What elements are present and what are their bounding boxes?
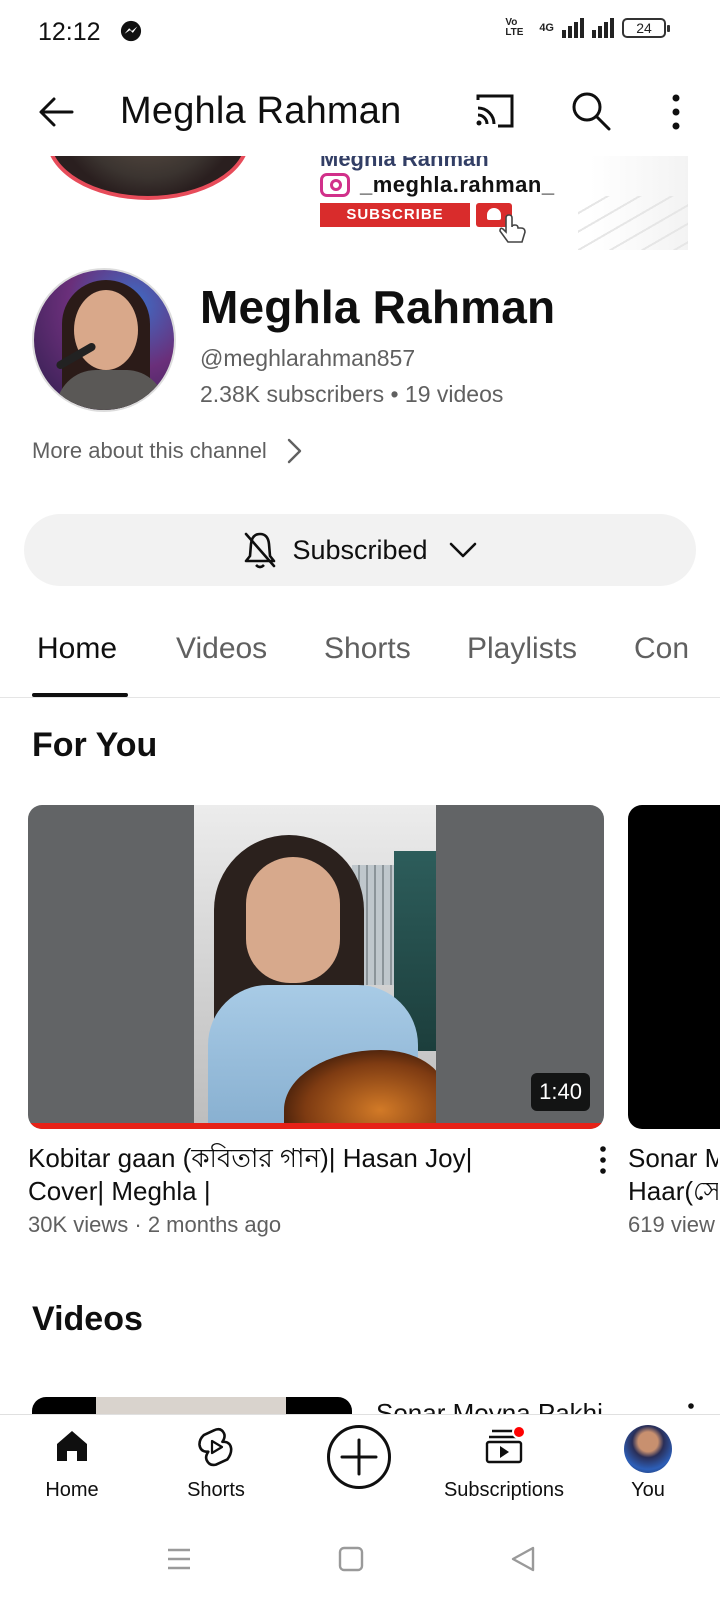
tab-home[interactable]: Home <box>37 632 117 666</box>
watch-progress-bar <box>28 1123 604 1129</box>
video-thumbnail[interactable]: 1:40 <box>28 805 604 1129</box>
search-icon[interactable] <box>570 90 612 132</box>
nav-shorts-label: Shorts <box>187 1479 245 1501</box>
avatar-face <box>74 290 138 370</box>
hand-cursor-icon <box>499 214 526 243</box>
channel-name: Meghla Rahman <box>200 281 556 333</box>
battery-icon: 24 <box>622 18 670 38</box>
tab-community[interactable]: Con <box>634 632 689 666</box>
subscribed-label: Subscribed <box>292 534 428 565</box>
video-2-title-line1[interactable]: Sonar M <box>628 1142 718 1175</box>
more-about-channel-link[interactable]: More about this channel <box>32 438 303 464</box>
plus-icon <box>340 1438 378 1476</box>
video-more-icon[interactable] <box>598 1145 608 1175</box>
thumb-face <box>246 857 340 983</box>
you-avatar <box>624 1425 672 1473</box>
channel-tabs: Home Videos Shorts Playlists Con <box>0 608 720 698</box>
video-2-meta: 619 view <box>628 1212 715 1237</box>
banner-subscribe-graphic: SUBSCRIBE <box>320 203 470 227</box>
status-icons: Vo LTE 4G 24 <box>505 17 670 38</box>
notification-dot <box>512 1425 526 1439</box>
tab-videos[interactable]: Videos <box>176 632 267 666</box>
messenger-icon <box>120 20 142 42</box>
video-meta: 30K views · 2 months ago <box>28 1212 282 1237</box>
more-about-label: More about this channel <box>32 438 267 463</box>
bottom-navigation: Home Shorts Subscriptions You <box>0 1414 720 1518</box>
nav-subscriptions-label: Subscriptions <box>443 1479 565 1501</box>
nav-you-label: You <box>631 1479 665 1501</box>
battery-level: 24 <box>636 20 652 36</box>
video-thumbnail-2[interactable] <box>628 805 720 1129</box>
chevron-right-icon <box>287 438 302 464</box>
active-tab-indicator <box>32 693 128 697</box>
video-title[interactable]: Kobitar gaan (কবিতার গান)| Hasan Joy| Co… <box>28 1142 558 1208</box>
back-arrow-icon[interactable] <box>36 92 76 132</box>
nav-home[interactable]: Home <box>2 1415 142 1519</box>
subscribed-button[interactable]: Subscribed <box>24 514 696 586</box>
nav-shorts[interactable]: Shorts <box>146 1415 286 1519</box>
duration-badge: 1:40 <box>531 1073 590 1111</box>
nav-subscriptions[interactable]: Subscriptions <box>432 1415 576 1519</box>
status-bar: 12:12 Vo LTE 4G 24 <box>0 0 720 64</box>
video-title-line1: Kobitar gaan (কবিতার গান)| Hasan Joy| <box>28 1143 473 1173</box>
volte-indicator: Vo LTE <box>505 17 524 38</box>
signal-icon <box>562 18 584 38</box>
channel-stats: 2.38K subscribers • 19 videos <box>200 381 504 407</box>
back-triangle-icon[interactable] <box>510 1545 536 1573</box>
section-title-for-you: For You <box>32 726 158 764</box>
banner-decoration <box>578 196 688 250</box>
video-title-line2: Cover| Meghla | <box>28 1176 211 1206</box>
more-vert-icon[interactable] <box>664 90 688 134</box>
video-2-title-line2[interactable]: Haar(সে <box>628 1175 718 1208</box>
section-title-videos: Videos <box>32 1300 143 1338</box>
banner-instagram: _meghla.rahman_ <box>320 172 555 198</box>
home-square-icon[interactable] <box>338 1546 364 1572</box>
banner-instagram-handle: _meghla.rahman_ <box>360 172 555 197</box>
menu-icon[interactable] <box>166 1546 192 1572</box>
channel-avatar[interactable] <box>32 268 176 412</box>
shorts-icon <box>198 1427 233 1467</box>
cast-icon[interactable] <box>474 92 516 132</box>
channel-handle: @meghlarahman857 <box>200 345 416 371</box>
banner-name: Meghla Rahman <box>320 156 489 171</box>
tab-playlists[interactable]: Playlists <box>467 632 577 666</box>
tab-shorts[interactable]: Shorts <box>324 632 411 666</box>
signal-icon-2 <box>592 18 614 38</box>
header-title: Meghla Rahman <box>120 90 402 132</box>
status-time: 12:12 <box>38 18 101 46</box>
network-type: 4G <box>539 22 554 34</box>
system-navigation-bar <box>0 1518 720 1600</box>
banner-avatar-image <box>46 156 250 200</box>
app-header: Meghla Rahman <box>0 70 720 156</box>
home-icon <box>57 1431 87 1461</box>
thumbnail-image <box>194 805 436 1129</box>
nav-you[interactable]: You <box>578 1415 718 1519</box>
create-button[interactable] <box>327 1425 391 1489</box>
instagram-icon <box>320 173 350 197</box>
nav-home-label: Home <box>45 1479 99 1501</box>
bell-off-icon <box>245 532 276 569</box>
channel-banner: Meghla Rahman _meghla.rahman_ SUBSCRIBE <box>36 156 688 250</box>
chevron-down-icon <box>449 542 476 558</box>
